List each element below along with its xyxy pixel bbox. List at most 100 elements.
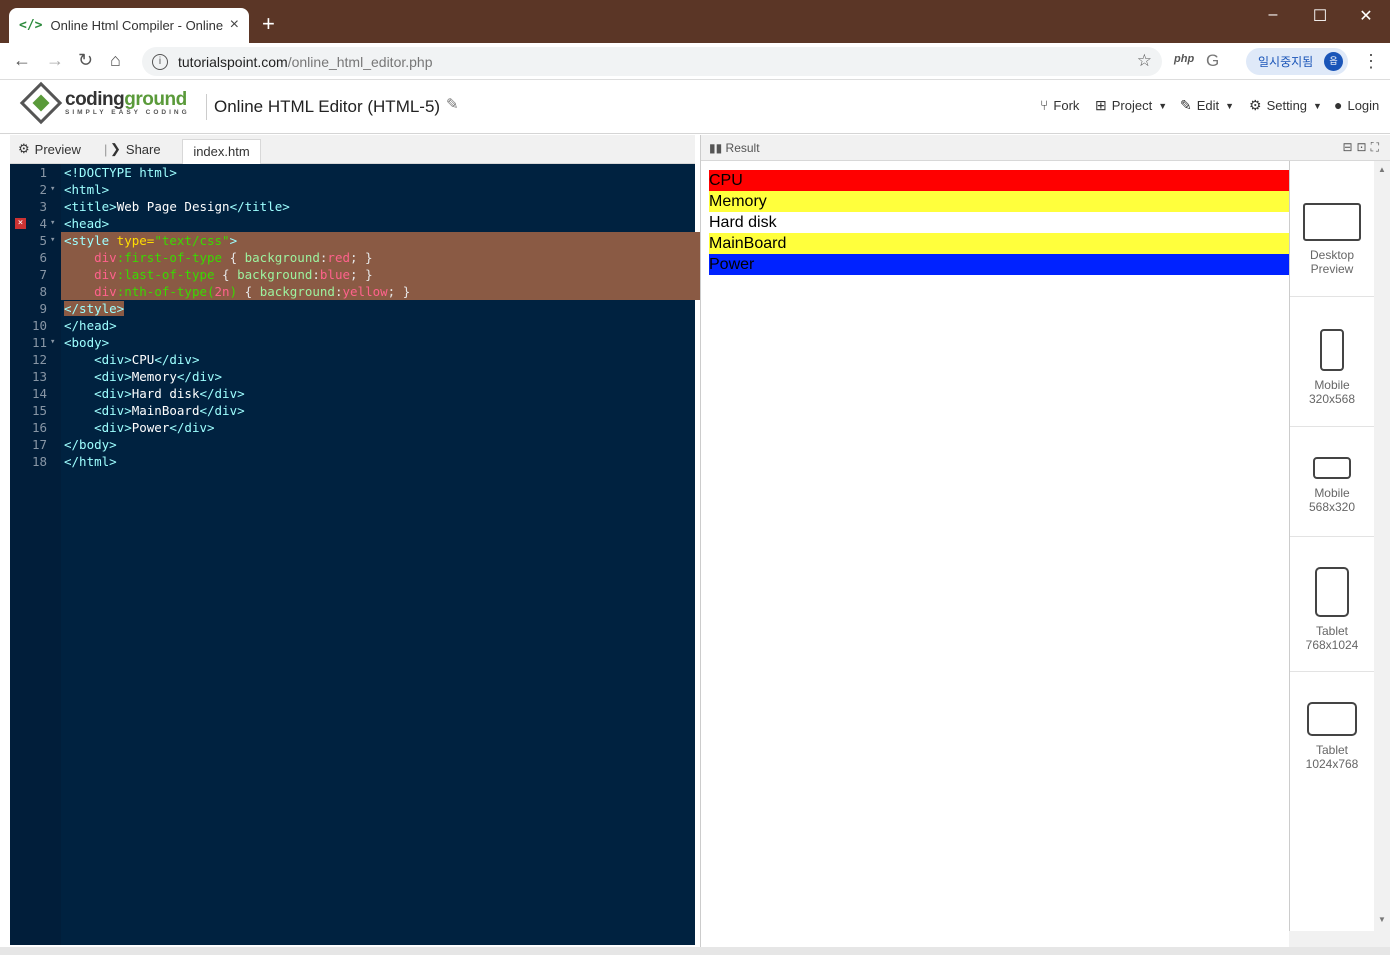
result-row-power: Power — [709, 254, 1289, 275]
logo-mark-icon — [19, 81, 63, 125]
share-button[interactable]: ❯ Share — [110, 141, 161, 157]
setting-menu[interactable]: ⚙ Setting ▼ — [1249, 97, 1322, 114]
device-tablet-landscape[interactable]: Tablet 1024x768 — [1290, 672, 1374, 802]
logo[interactable]: codingground SIMPLY EASY CODING — [19, 81, 190, 125]
new-tab-icon[interactable]: + — [262, 11, 275, 37]
avatar: 읍 — [1324, 52, 1343, 71]
mobile-icon — [1320, 329, 1344, 371]
code-line: 15 <div>MainBoard</div> — [31, 403, 245, 418]
edit-title-icon[interactable]: ✎ — [446, 95, 459, 113]
result-toolbar: ▮▮ Result ⊟⊡⛶ — [701, 135, 1390, 161]
gear-icon: ⚙ — [18, 141, 30, 156]
forward-icon[interactable]: → — [46, 50, 64, 71]
project-menu[interactable]: ⊞ Project ▼ — [1095, 97, 1167, 114]
code-line: 1 <!DOCTYPE html> — [39, 165, 177, 180]
code-line: 14 <div>Hard disk</div> — [31, 386, 245, 401]
horizontal-scrollbar[interactable] — [1289, 931, 1374, 947]
extension-g-icon[interactable]: G — [1206, 51, 1219, 71]
editor-toolbar: ⚙ Preview | ❯ Share index.htm — [10, 135, 695, 165]
bar-chart-icon: ▮▮ — [709, 141, 726, 155]
preview-button[interactable]: ⚙ Preview — [18, 141, 81, 157]
logo-name-1: coding — [65, 88, 125, 110]
close-window-icon[interactable]: ✕ — [1351, 6, 1381, 26]
browser-menu-icon[interactable]: ⋮ — [1362, 51, 1380, 72]
result-pane: ▮▮ Result ⊟⊡⛶ CPU Memory Hard disk MainB… — [700, 135, 1390, 947]
code-line: 5 ▾ <style type="text/css"> — [39, 233, 238, 248]
url-path: /online_html_editor.php — [287, 53, 433, 70]
back-icon[interactable]: ← — [13, 50, 31, 71]
fullscreen-icon[interactable]: ⊟⊡⛶ — [1342, 140, 1383, 155]
device-desktop-preview[interactable]: Desktop Preview — [1290, 161, 1374, 297]
project-label: Project — [1111, 98, 1153, 113]
code-line: 7 div:last-of-type { background:blue; } — [39, 267, 373, 282]
share-label: Share — [125, 141, 161, 157]
device-size: 320x568 — [1308, 392, 1356, 406]
code-line: 3 <title>Web Page Design</title> — [39, 199, 290, 214]
editor-pane: ⚙ Preview | ❯ Share index.htm 1 <!DOCTYPE h… — [0, 135, 746, 947]
login-menu[interactable]: ● Login — [1334, 97, 1379, 113]
code-line: 18 </html> — [31, 454, 117, 469]
device-size: Preview — [1310, 262, 1354, 276]
url-field[interactable]: i tutorialspoint.com/online_html_editor.… — [142, 47, 1162, 76]
result-row-memory: Memory — [709, 191, 1289, 212]
scroll-up-icon[interactable]: ▲ — [1378, 165, 1386, 174]
maximize-icon[interactable]: ☐ — [1305, 6, 1335, 26]
result-row-hard-disk: Hard disk — [709, 212, 1289, 233]
bookmark-star-icon[interactable]: ☆ — [1137, 51, 1152, 71]
reload-icon[interactable]: ↻ — [78, 50, 93, 71]
divider — [206, 94, 207, 120]
code-editor[interactable]: 1 <!DOCTYPE html> 2 ▾ <html> 3 <title>Web Pa… — [10, 164, 746, 945]
device-size: 1024x768 — [1305, 757, 1359, 771]
login-label: Login — [1347, 97, 1380, 113]
home-icon[interactable]: ⌂ — [110, 50, 121, 71]
site-info-icon[interactable]: i — [152, 53, 168, 70]
result-label: ▮▮ Result — [709, 141, 760, 155]
profile-button[interactable]: 일시중지됨 읍 — [1246, 48, 1348, 75]
code-line: 12 <div>CPU</div> — [31, 352, 200, 367]
device-mobile-landscape[interactable]: Mobile 568x320 — [1290, 427, 1374, 537]
caret-down-icon: ▼ — [1313, 100, 1322, 111]
code-line: 13 <div>Memory</div> — [31, 369, 223, 384]
profile-label: 일시중지됨 — [1258, 55, 1314, 69]
gear-icon: ⚙ — [1249, 97, 1262, 113]
tablet-landscape-icon — [1307, 702, 1357, 736]
result-row-mainboard: MainBoard — [709, 233, 1289, 254]
edit-menu[interactable]: ✎ Edit ▼ — [1180, 97, 1234, 114]
edit-label: Edit — [1196, 98, 1220, 113]
desktop-icon — [1303, 203, 1361, 241]
code-line: 11 ▾ <body> — [31, 335, 110, 350]
browser-titlebar: </> Online Html Compiler - Online H × + … — [0, 0, 1390, 43]
caret-down-icon: ▼ — [1225, 100, 1235, 111]
php-extension-icon[interactable]: php — [1174, 53, 1194, 65]
logo-name-2: ground — [124, 88, 187, 110]
vertical-scrollbar[interactable]: ▲ ▼ — [1374, 161, 1390, 947]
device-label: Mobile — [1314, 378, 1350, 392]
code-line: × 4 ▾ <head> — [10, 215, 695, 232]
device-size: 768x1024 — [1305, 638, 1359, 652]
setting-label: Setting — [1266, 98, 1308, 113]
code-line: 17 </body> — [31, 437, 117, 452]
result-output: CPU Memory Hard disk MainBoard Power — [709, 170, 1289, 275]
tablet-icon — [1315, 567, 1349, 617]
logo-tagline: SIMPLY EASY CODING — [65, 108, 190, 116]
caret-down-icon: ▼ — [1158, 100, 1168, 111]
fork-menu[interactable]: ⑂ Fork — [1040, 97, 1079, 113]
device-label: Mobile — [1314, 486, 1350, 500]
device-label: Desktop — [1309, 248, 1355, 262]
browser-tab[interactable]: </> Online Html Compiler - Online H × — [9, 8, 249, 43]
minimize-icon[interactable]: – — [1258, 6, 1288, 24]
site-header: codingground SIMPLY EASY CODING Online H… — [0, 80, 1390, 134]
code-line: 16 <div>Power</div> — [31, 420, 215, 435]
window-bottom-edge — [0, 947, 1390, 955]
scroll-down-icon[interactable]: ▼ — [1378, 915, 1386, 924]
result-row-cpu: CPU — [709, 170, 1289, 191]
device-mobile-portrait[interactable]: Mobile 320x568 — [1290, 297, 1374, 427]
chevron-right-icon: ❯ — [110, 141, 121, 156]
code-line: 2 ▾ <html> — [39, 182, 110, 197]
code-line: 10 </head> — [31, 318, 117, 333]
device-tablet-portrait[interactable]: Tablet 768x1024 — [1290, 537, 1374, 672]
device-label: Tablet — [1315, 624, 1349, 638]
close-tab-icon[interactable]: × — [230, 16, 239, 34]
tab-index-htm[interactable]: index.htm — [182, 139, 261, 165]
sitemap-icon: ⊞ — [1095, 97, 1107, 113]
